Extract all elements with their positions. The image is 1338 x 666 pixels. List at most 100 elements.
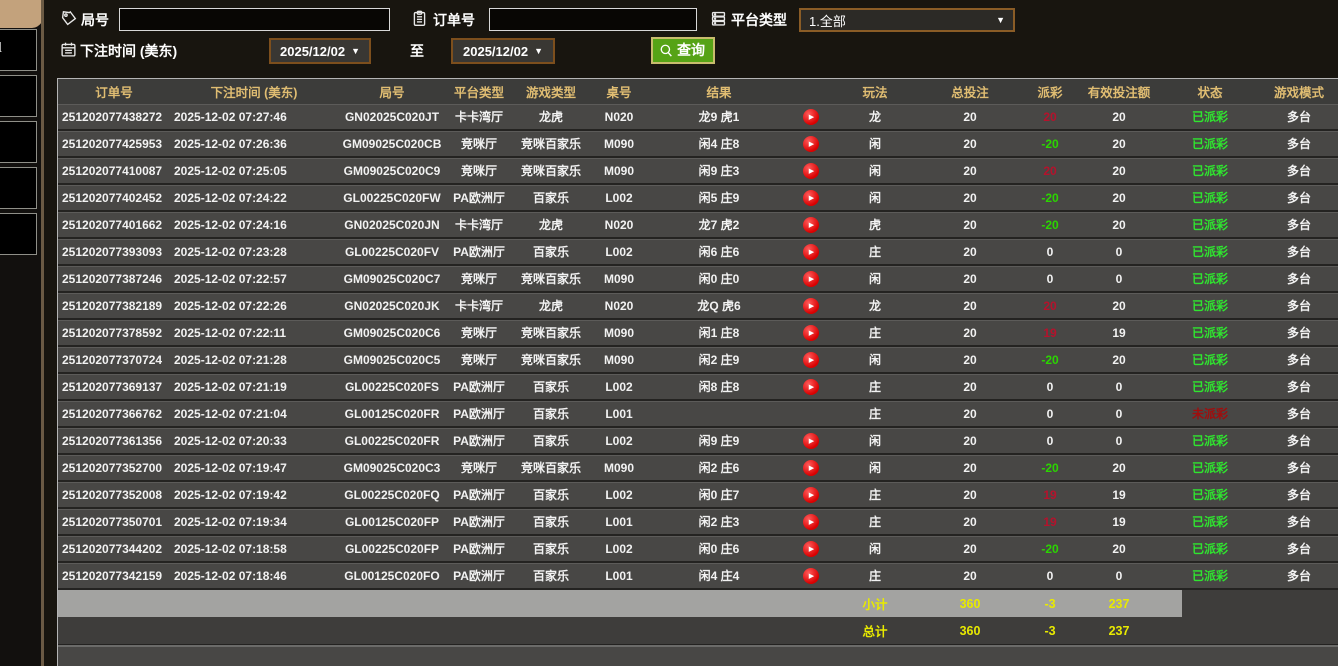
cell-status: 已派彩 [1160,428,1260,453]
play-video-icon[interactable] [803,163,819,179]
cell-order-no: 251202077342159 [58,563,170,588]
cell-order-no: 251202077438272 [58,104,170,129]
col-header-play: 玩法 [832,79,918,104]
play-video-icon[interactable] [803,217,819,233]
cell-status: 未派彩 [1160,401,1260,426]
cell-valid-bet: 20 [1078,185,1160,210]
play-video-icon[interactable] [803,487,819,503]
cell-video [790,563,832,588]
bet-records-table: 订单号 下注时间 (美东) 局号 平台类型 游戏类型 桌号 结果 玩法 总投注 … [57,78,1338,666]
cell-video [790,509,832,534]
cell-bet-time: 2025-12-02 07:25:05 [170,158,338,183]
table-row: 251202077402452 2025-12-02 07:24:22 GL00… [58,185,1338,212]
cell-video [790,266,832,291]
cell-order-no: 251202077369137 [58,374,170,399]
cell-game-mode: 多台 [1260,347,1338,372]
cell-platform: 卡卡湾厅 [446,212,512,237]
cell-game-type: 百家乐 [512,185,590,210]
cell-play-type: 闲 [832,185,918,210]
table-row: 251202077361356 2025-12-02 07:20:33 GL00… [58,428,1338,455]
table-row: 251202077352008 2025-12-02 07:19:42 GL00… [58,482,1338,509]
play-video-icon[interactable] [803,190,819,206]
play-video-icon[interactable] [803,325,819,341]
cell-game-mode: 多台 [1260,185,1338,210]
cell-table-no: N020 [590,104,648,129]
cell-total-bet: 20 [918,239,1022,264]
play-video-icon[interactable] [803,568,819,584]
play-video-icon[interactable] [803,433,819,449]
col-header-time: 下注时间 (美东) [170,79,338,104]
cell-platform: 竞咪厅 [446,347,512,372]
cell-game-mode: 多台 [1260,536,1338,561]
cell-payout: -20 [1022,347,1078,372]
cell-round-no: GL00225C020FP [338,536,446,561]
cell-payout: 0 [1022,428,1078,453]
cell-total-bet: 20 [918,482,1022,507]
play-video-icon[interactable] [803,136,819,152]
cell-game-mode: 多台 [1260,131,1338,156]
col-header-payout: 派彩 [1022,79,1078,104]
play-video-icon[interactable] [803,541,819,557]
cell-valid-bet: 0 [1078,239,1160,264]
cell-payout: 19 [1022,482,1078,507]
play-video-icon[interactable] [803,109,819,125]
cell-result: 闲0 庄7 [648,482,790,507]
sidebar-item[interactable]: l [0,29,37,71]
cell-valid-bet: 0 [1078,401,1160,426]
cell-total-bet: 20 [918,374,1022,399]
table-row: 251202077352700 2025-12-02 07:19:47 GM09… [58,455,1338,482]
cell-bet-time: 2025-12-02 07:27:46 [170,104,338,129]
cell-platform: PA欧洲厅 [446,185,512,210]
subtotal-row: 小计 360 -3 237 [58,590,1338,617]
cell-valid-bet: 20 [1078,347,1160,372]
order-no-input[interactable] [489,8,697,31]
cell-total-bet: 20 [918,536,1022,561]
cell-payout: 0 [1022,266,1078,291]
play-video-icon[interactable] [803,244,819,260]
play-video-icon[interactable] [803,271,819,287]
platform-type-select[interactable]: 1.全部 ▼ [799,8,1015,32]
play-video-icon[interactable] [803,514,819,530]
date-to-select[interactable]: 2025/12/02 ▼ [451,38,555,64]
cell-bet-time: 2025-12-02 07:19:34 [170,509,338,534]
query-button[interactable]: 查询 [651,37,715,64]
sidebar-item[interactable] [0,121,37,163]
cell-game-type: 竞咪百家乐 [512,158,590,183]
play-video-icon[interactable] [803,460,819,476]
cell-video [790,347,832,372]
play-video-icon[interactable] [803,352,819,368]
play-video-icon[interactable] [803,298,819,314]
cell-play-type: 龙 [832,104,918,129]
table-row: 251202077410087 2025-12-02 07:25:05 GM09… [58,158,1338,185]
cell-game-mode: 多台 [1260,401,1338,426]
cell-result: 闲9 庄9 [648,428,790,453]
cell-bet-time: 2025-12-02 07:22:11 [170,320,338,345]
cell-valid-bet: 20 [1078,293,1160,318]
cell-total-bet: 20 [918,185,1022,210]
sidebar-item[interactable] [0,213,37,255]
cell-game-type: 百家乐 [512,563,590,588]
cell-result: 闲6 庄6 [648,239,790,264]
round-no-input[interactable] [119,8,390,31]
sidebar-item[interactable] [0,75,37,117]
order-no-label: 订单号 [433,10,475,30]
date-from-select[interactable]: 2025/12/02 ▼ [269,38,371,64]
cell-play-type: 庄 [832,509,918,534]
cell-result: 闲0 庄0 [648,266,790,291]
cell-payout: 20 [1022,293,1078,318]
cell-game-type: 百家乐 [512,374,590,399]
sidebar-item[interactable] [0,167,37,209]
cell-game-mode: 多台 [1260,428,1338,453]
cell-status: 已派彩 [1160,266,1260,291]
grand-total-row: 总计 360 -3 237 [58,617,1338,644]
play-video-icon[interactable] [803,379,819,395]
filter-bar: 局号 订单号 平台类型 1.全部 ▼ 下注时间 (美东) 2025/12/02 [57,0,1338,78]
cell-bet-time: 2025-12-02 07:21:19 [170,374,338,399]
table-row: 251202077393093 2025-12-02 07:23:28 GL00… [58,239,1338,266]
table-row: 251202077366762 2025-12-02 07:21:04 GL00… [58,401,1338,428]
cell-table-no: L001 [590,563,648,588]
cell-game-mode: 多台 [1260,320,1338,345]
cell-bet-time: 2025-12-02 07:21:28 [170,347,338,372]
cell-game-mode: 多台 [1260,158,1338,183]
cell-platform: PA欧洲厅 [446,374,512,399]
